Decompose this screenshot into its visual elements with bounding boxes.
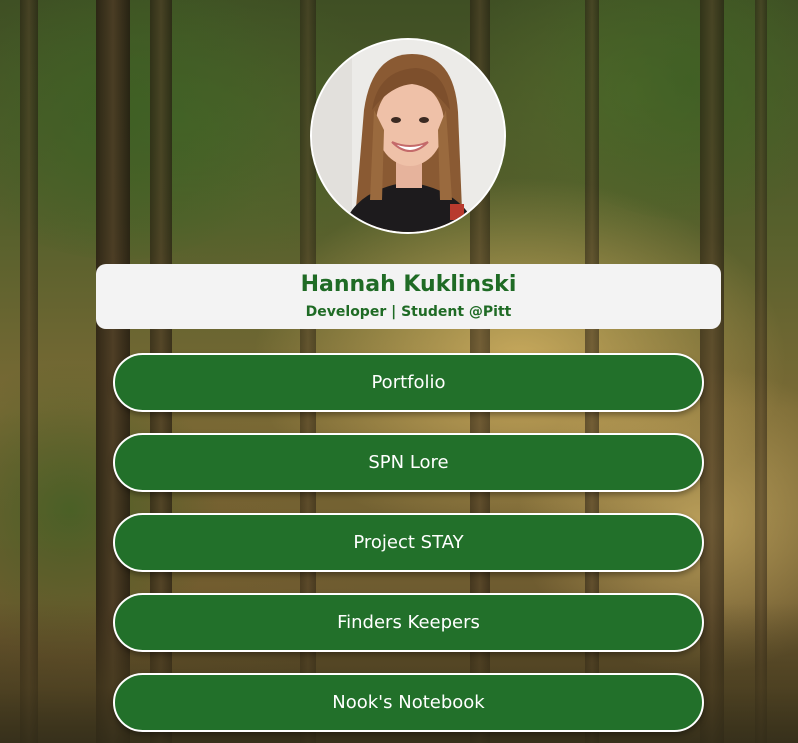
portfolio-link-button[interactable]: Portfolio: [113, 353, 704, 412]
project-stay-link-button[interactable]: Project STAY: [113, 513, 704, 572]
profile-photo: [312, 40, 504, 232]
finders-keepers-link-button[interactable]: Finders Keepers: [113, 593, 704, 652]
profile-avatar: [310, 38, 506, 234]
spn-lore-link-button[interactable]: SPN Lore: [113, 433, 704, 492]
profile-card: Hannah Kuklinski Developer | Student @Pi…: [96, 264, 721, 329]
profile-tagline: Developer | Student @Pitt: [305, 304, 512, 320]
profile-name: Hannah Kuklinski: [300, 272, 517, 297]
nooks-notebook-link-button[interactable]: Nook's Notebook: [113, 673, 704, 732]
